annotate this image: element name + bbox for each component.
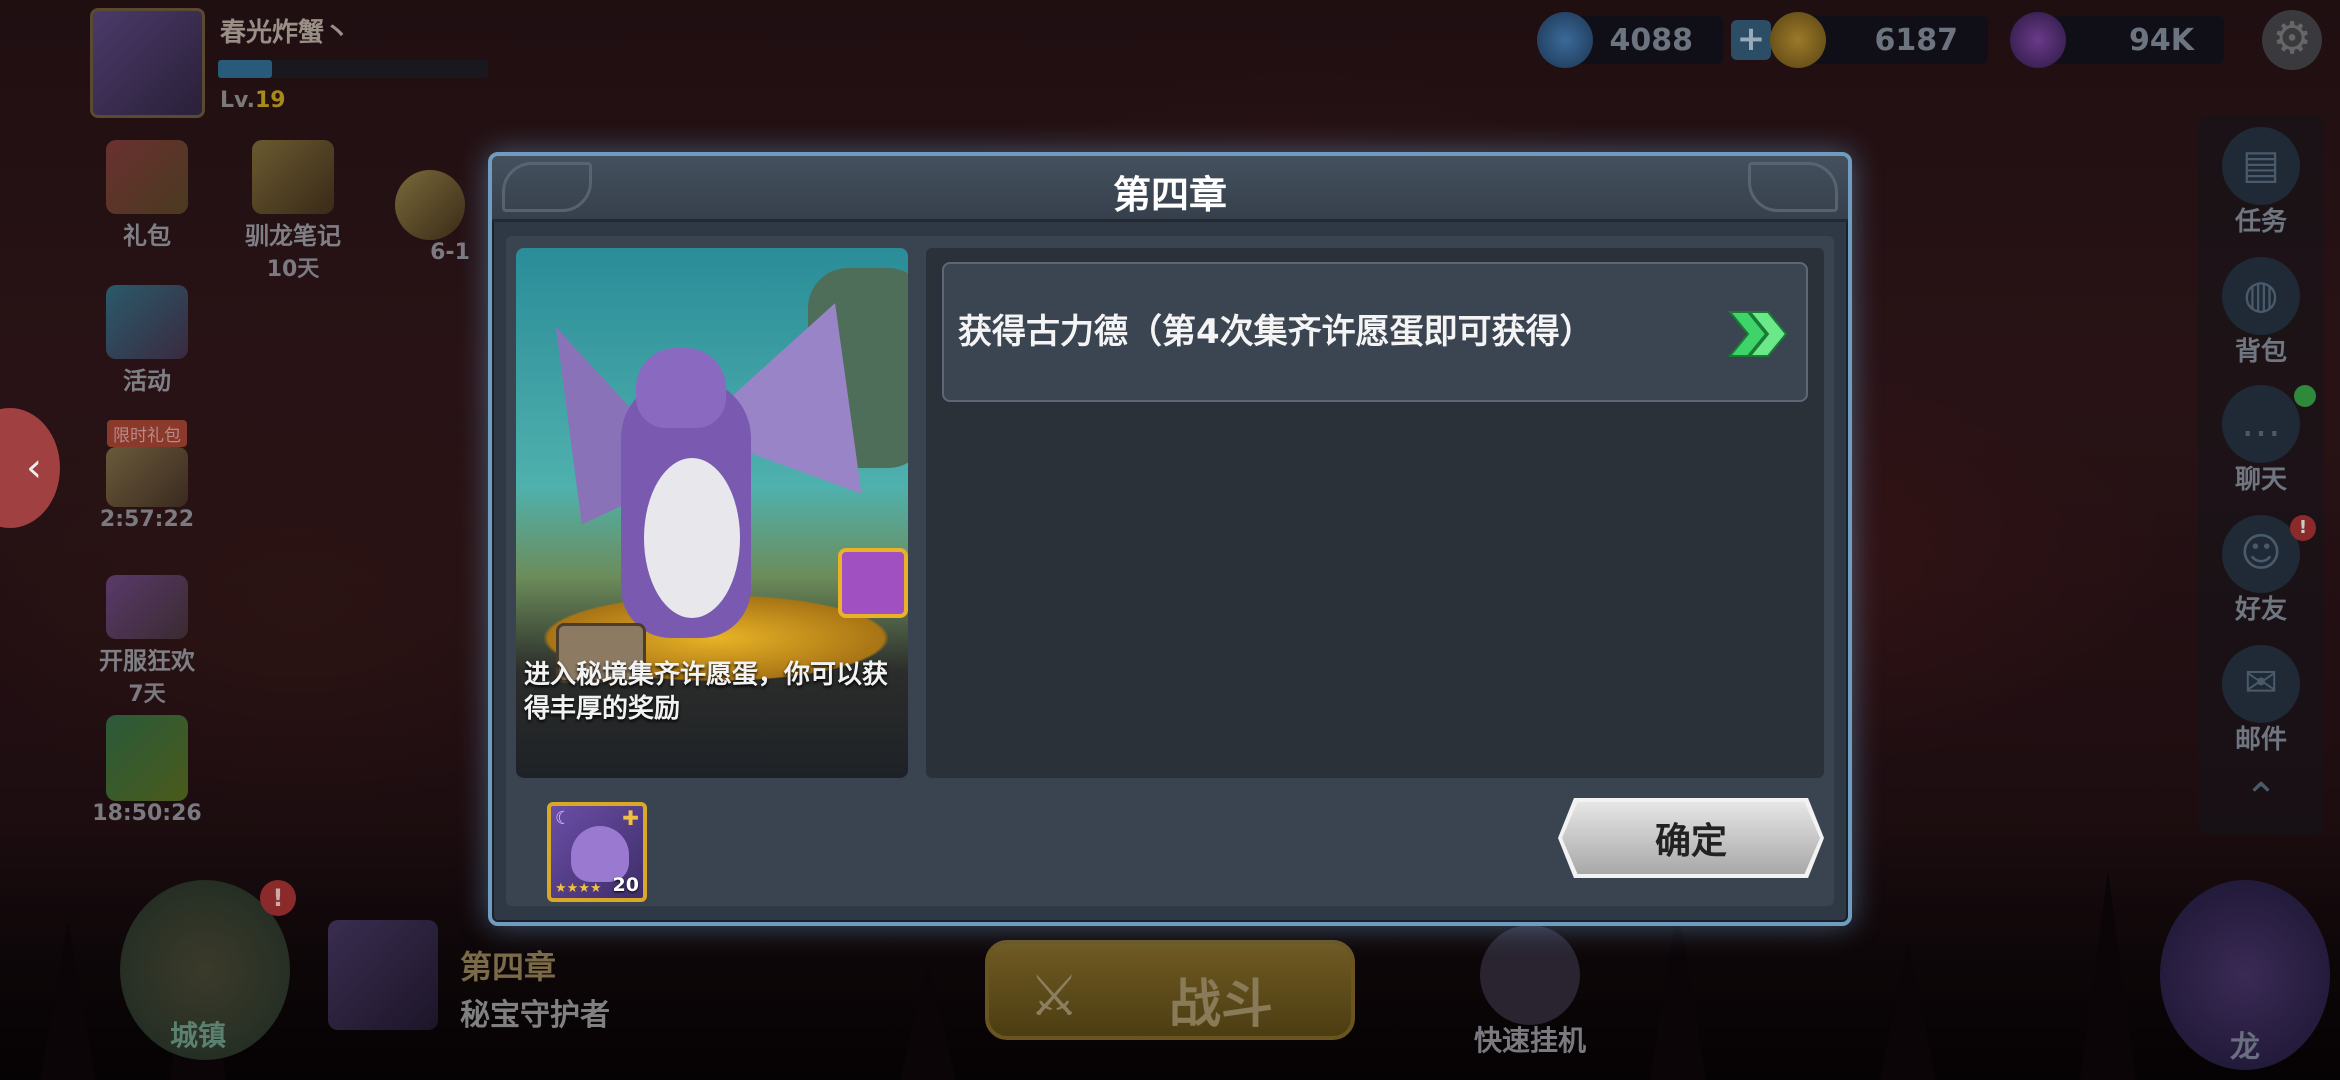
activity-button[interactable]: 活动 [82, 285, 212, 396]
gold-value: 6187 [1874, 23, 1959, 58]
xp-bar [218, 60, 488, 78]
dragon-label: 龙 [2230, 1030, 2260, 1065]
gems-value: 4088 [1609, 23, 1694, 58]
chapter-dialog: 第四章 进入秘境集齐许愿蛋，你可以获得丰厚的奖励 获得古力德（第4次集齐许愿蛋即… [488, 152, 1852, 926]
hourglass-icon [1480, 925, 1580, 1025]
chat-bubble-icon: … [2222, 385, 2300, 463]
player-name: 春光炸蟹丶 [220, 18, 351, 48]
moon-element-icon: ☾ [555, 808, 572, 829]
dialog-body: 进入秘境集齐许愿蛋，你可以获得丰厚的奖励 获得古力德（第4次集齐许愿蛋即可获得）… [506, 236, 1834, 906]
present-icon [106, 285, 188, 359]
carnival-button[interactable]: 开服狂欢 7天 [82, 575, 212, 708]
notebook-icon [252, 140, 334, 214]
person-icon: ☺ [2222, 515, 2300, 593]
stage-marker[interactable]: 6-1 [380, 170, 480, 265]
hero-stars: ★★★★ [555, 881, 602, 896]
power-icon [2010, 12, 2066, 68]
celebration-icon [106, 575, 188, 639]
envelope-icon: ✉ [2222, 645, 2300, 723]
dragon-button[interactable]: 龙 [2160, 880, 2330, 1070]
settings-gear-icon[interactable]: ⚙ [2262, 10, 2322, 70]
artwork-caption: 进入秘境集齐许愿蛋，你可以获得丰厚的奖励 [524, 660, 889, 724]
chat-button[interactable]: … 聊天 [2198, 385, 2324, 496]
gold-coin-icon [1770, 12, 1826, 68]
reward-text: 获得古力德（第4次集齐许愿蛋即可获得） [958, 312, 1594, 352]
xp-fill [218, 60, 272, 78]
gems-counter: 4088 + [1537, 12, 1771, 68]
player-avatar[interactable] [90, 8, 205, 118]
sword-icon [395, 170, 465, 240]
green-gift-icon [106, 715, 188, 801]
chapter-boss-icon [328, 920, 438, 1030]
gift-box-icon [106, 140, 188, 214]
chat-label: 聊天 [2234, 465, 2287, 495]
add-gems-button[interactable]: + [1731, 20, 1771, 60]
bag-button[interactable]: ◍ 背包 [2198, 257, 2324, 368]
mail-button[interactable]: ✉ 邮件 [2198, 645, 2324, 756]
dragon-notes-button[interactable]: 驯龙笔记 10天 [228, 140, 358, 283]
limited-gift-button[interactable]: 限时礼包 2:57:22 [82, 420, 212, 532]
hero-level: 20 [612, 874, 639, 896]
dialog-header: 第四章 [492, 156, 1848, 222]
hero-reward-card[interactable]: ☾ ✚ ★★★★ 20 [547, 802, 647, 902]
mail-label: 邮件 [2234, 725, 2287, 755]
chapter-subtitle: 秘宝守护者 [460, 998, 610, 1033]
town-label: 城镇 [170, 1019, 227, 1052]
crossed-swords-icon: ⚔ [1029, 964, 1080, 1029]
limited-gift-tag: 限时礼包 [107, 420, 187, 447]
dragon-head [636, 348, 726, 428]
reward-list-panel: 获得古力德（第4次集齐许愿蛋即可获得） [926, 248, 1824, 778]
friends-label: 好友 [2234, 595, 2287, 625]
chapter-artwork: 进入秘境集齐许愿蛋，你可以获得丰厚的奖励 [516, 248, 908, 778]
bag-label: 背包 [2234, 337, 2287, 367]
battle-label: 战斗 [1169, 975, 1274, 1035]
quests-button[interactable]: ▤ 任务 [2198, 127, 2324, 238]
timed-gift-button[interactable]: 18:50:26 [82, 715, 212, 826]
town-button[interactable]: ! 城镇 [120, 880, 296, 1060]
quick-idle-label: 快速挂机 [1473, 1024, 1586, 1057]
dragon-belly [644, 458, 740, 618]
stage-label: 6-1 [430, 240, 470, 265]
quick-idle-button[interactable]: 快速挂机 [1460, 925, 1600, 1059]
player-panel[interactable]: 春光炸蟹丶 Lv.19 [90, 8, 510, 118]
dragon-notes-days: 10天 [266, 257, 320, 282]
cross-class-icon: ✚ [622, 806, 639, 830]
friends-alert-badge: ! [2290, 515, 2316, 541]
collapse-menu-icon[interactable]: ⌃ [2198, 775, 2324, 821]
gem-icon [1537, 12, 1593, 68]
treasure-chest-icon [838, 548, 908, 618]
player-level: Lv.19 [220, 88, 286, 113]
level-number: 19 [254, 88, 286, 113]
right-menu-panel: ▤ 任务 ◍ 背包 … 聊天 ☺ ! 好友 ✉ 邮件 ⌃ [2198, 115, 2324, 835]
confirm-button[interactable]: 确定 [1562, 802, 1820, 874]
carnival-days: 7天 [128, 682, 166, 707]
power-counter: 94K [2010, 12, 2224, 68]
battle-button[interactable]: ⚔ 战斗 [985, 940, 1355, 1040]
timed-gift-timer: 18:50:26 [92, 801, 202, 826]
chapter-info[interactable]: 第四章 秘宝守护者 [310, 920, 690, 1050]
reward-row[interactable]: 获得古力德（第4次集齐许愿蛋即可获得） [942, 262, 1808, 402]
friends-button[interactable]: ☺ ! 好友 [2198, 515, 2324, 626]
chapter-title: 第四章 [460, 948, 557, 986]
town-alert-badge: ! [260, 880, 296, 916]
gold-counter: 6187 [1770, 12, 1988, 68]
activity-label: 活动 [123, 367, 171, 395]
bag-icon: ◍ [2222, 257, 2300, 335]
level-prefix: Lv. [220, 88, 255, 113]
quests-label: 任务 [2234, 207, 2287, 237]
limited-gift-timer: 2:57:22 [99, 507, 195, 532]
carnival-label: 开服狂欢 [99, 647, 195, 675]
online-dot [2294, 385, 2316, 407]
dialog-title: 第四章 [1112, 173, 1227, 217]
power-value: 94K [2129, 23, 2194, 58]
double-chevron-right-icon[interactable] [1726, 306, 1790, 362]
gift-pack-button[interactable]: 礼包 [82, 140, 212, 251]
hero-portrait-icon [106, 447, 188, 507]
dragon-notes-label: 驯龙笔记 [245, 222, 341, 250]
gift-pack-label: 礼包 [123, 222, 171, 250]
scroll-icon: ▤ [2222, 127, 2300, 205]
